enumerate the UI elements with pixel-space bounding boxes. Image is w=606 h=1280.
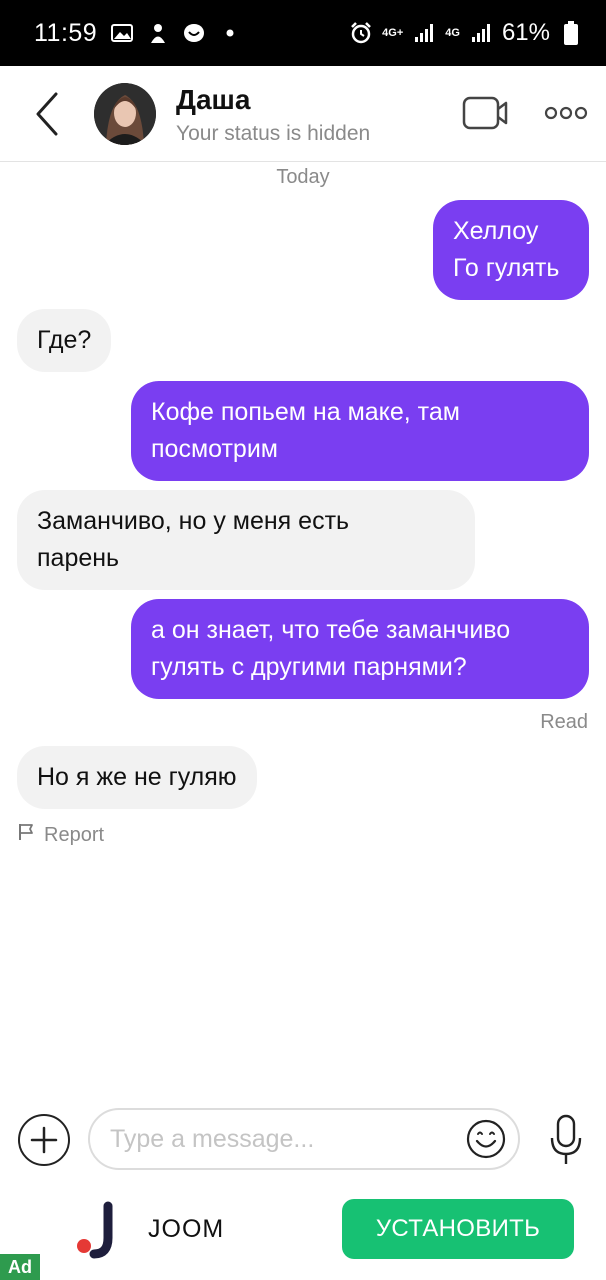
signal-icon	[470, 22, 492, 44]
network-type-a: 4G+	[382, 27, 404, 39]
battery-icon	[560, 21, 582, 45]
chat-header: Даша Your status is hidden	[0, 66, 606, 162]
clock: 11:59	[34, 18, 98, 47]
gallery-icon	[111, 22, 134, 44]
message-bubble-outgoing[interactable]: Кофе попьем на маке, там посмотрим	[131, 381, 589, 481]
back-arrow-icon[interactable]	[30, 90, 70, 138]
status-bar-left: 11:59	[34, 19, 241, 48]
add-attachment-icon[interactable]	[18, 1114, 70, 1166]
report-label: Report	[44, 823, 105, 846]
message-bubble-outgoing[interactable]: Хеллоу Го гулять	[433, 200, 589, 300]
read-receipt: Read	[540, 711, 588, 733]
dot-icon	[219, 22, 241, 44]
contact-status: Your status is hidden	[176, 122, 371, 145]
microphone-icon[interactable]	[548, 1114, 584, 1166]
messenger-icon	[183, 22, 205, 44]
message-bubble-incoming[interactable]: Но я же не гуляю	[17, 746, 257, 809]
status-bar: 11:59 4G+ 4G 61%	[0, 0, 606, 66]
video-call-icon[interactable]	[462, 94, 510, 132]
more-options-icon[interactable]	[544, 104, 588, 122]
ad-banner[interactable]: JOOM УСТАНОВИТЬ Ad	[0, 1182, 606, 1280]
status-bar-right: 4G+ 4G 61%	[350, 19, 582, 47]
emoji-icon[interactable]	[465, 1118, 507, 1160]
message-input[interactable]	[88, 1108, 520, 1170]
joom-logo-icon[interactable]	[72, 1200, 122, 1260]
app-icon	[147, 22, 169, 44]
flag-icon	[18, 823, 36, 847]
message-bubble-incoming[interactable]: Где?	[17, 309, 112, 372]
signal-icon	[413, 22, 435, 44]
avatar[interactable]	[94, 83, 156, 145]
battery-percent: 61%	[501, 19, 550, 46]
contact-name[interactable]: Даша	[176, 84, 250, 116]
date-separator: Today	[276, 166, 330, 188]
ad-badge: Ad	[0, 1254, 40, 1280]
message-bubble-outgoing[interactable]: а он знает, что тебе заманчиво гулять с …	[131, 599, 589, 699]
message-bubble-incoming[interactable]: Заманчиво, но у меня есть парень	[17, 490, 475, 590]
install-button[interactable]: УСТАНОВИТЬ	[342, 1199, 574, 1259]
ad-brand-name[interactable]: JOOM	[148, 1215, 224, 1244]
message-composer	[0, 1104, 606, 1176]
network-type-b: 4G	[445, 27, 460, 39]
report-link[interactable]: Report	[18, 823, 104, 847]
alarm-icon	[350, 22, 372, 44]
